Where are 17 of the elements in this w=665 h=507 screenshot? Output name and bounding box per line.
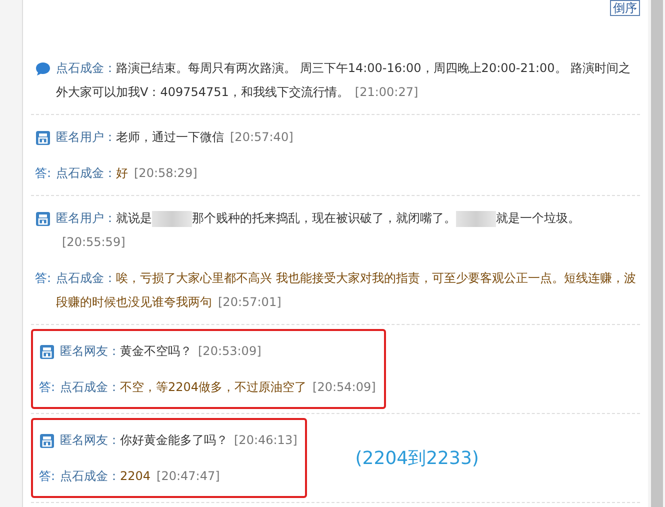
message-text: 点石成金：唉，亏损了大家心里都不高兴 我也能接受大家对我的指责，可至少要客观公正一点。短线连赚，波段赚的时候也没见谁夸我两句 [20:57:01] xyxy=(56,270,637,311)
answer-label: 答: xyxy=(39,468,56,485)
sort-button[interactable]: 倒序 xyxy=(610,0,640,16)
message-text: 点石成金：好 [20:58:29] xyxy=(56,165,198,182)
speech-bubble-icon xyxy=(35,61,51,77)
answer-label: 答: xyxy=(39,379,56,396)
annotation-text: (2204到2233) xyxy=(355,447,479,470)
answer-label: 答: xyxy=(35,165,52,182)
message-text: 点石成金：路演已结束。每周只有两次路演。 周三下午14:00-16:00，周四晚上20:00-21:00。 路演时间之外大家可以加我V：409754751，和我线下交流行情。 [21:00:27] xyxy=(56,60,632,101)
answer-label: 答: xyxy=(35,270,52,287)
scrollbar[interactable] xyxy=(651,0,663,507)
message-text: 点石成金：2204 [20:47:47] xyxy=(60,468,221,485)
message-text: 匿名用户：老师，通过一下微信 [20:57:40] xyxy=(56,129,294,146)
message-text: 匿名网友：黄金不空吗？ [20:53:09] xyxy=(60,343,262,360)
message-text: 匿名用户：就说是 那个贱种的托来捣乱，现在被识破了，就闭嘴了。 就是一个垃圾。 [20:55:59] xyxy=(56,210,581,251)
message-text: 点石成金：不空，等2204做多，不过原油空了 [20:54:09] xyxy=(60,379,376,396)
message-text: 匿名网友：你好黄金能多了吗？ [20:46:13] xyxy=(60,432,298,449)
